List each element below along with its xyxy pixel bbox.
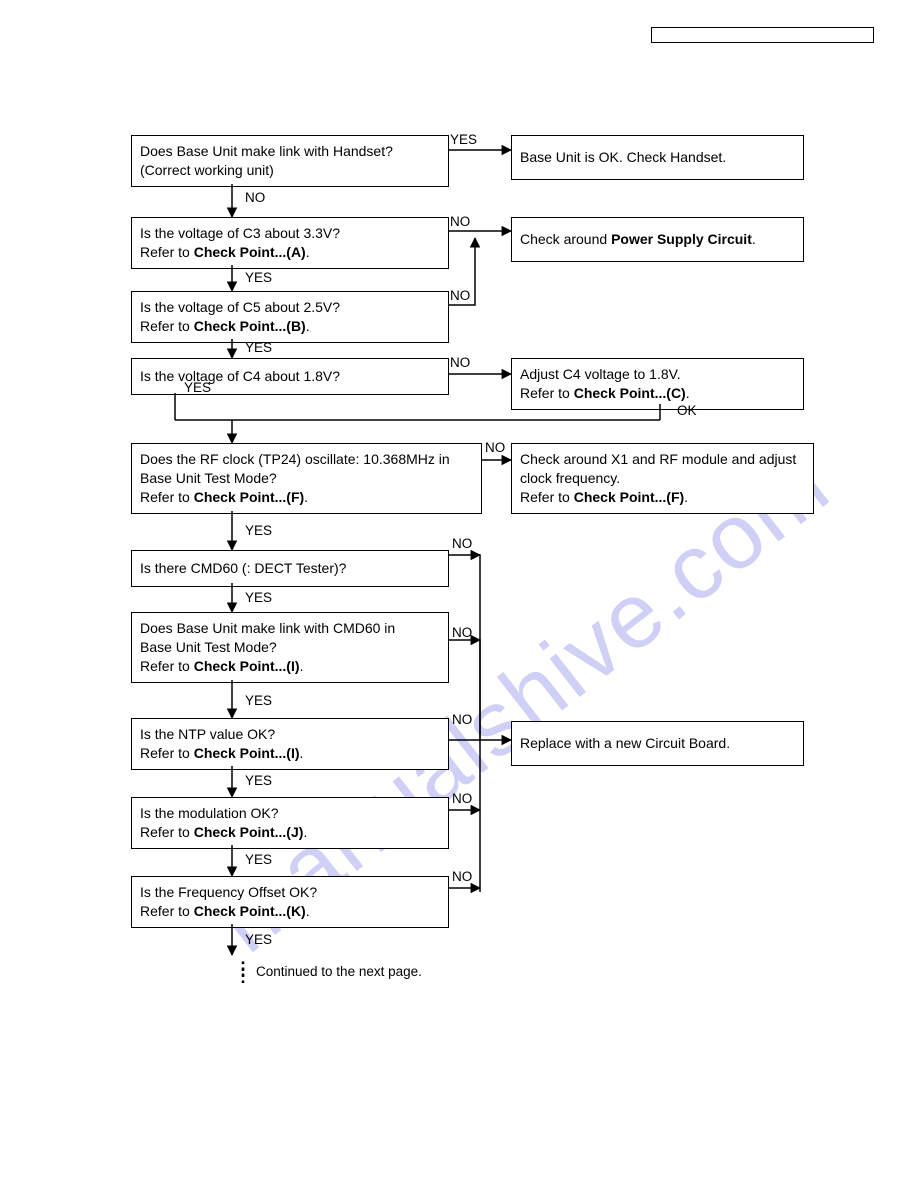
connectors [0,0,918,1188]
page: manualshive.com Does Base Unit make link… [0,0,918,1188]
